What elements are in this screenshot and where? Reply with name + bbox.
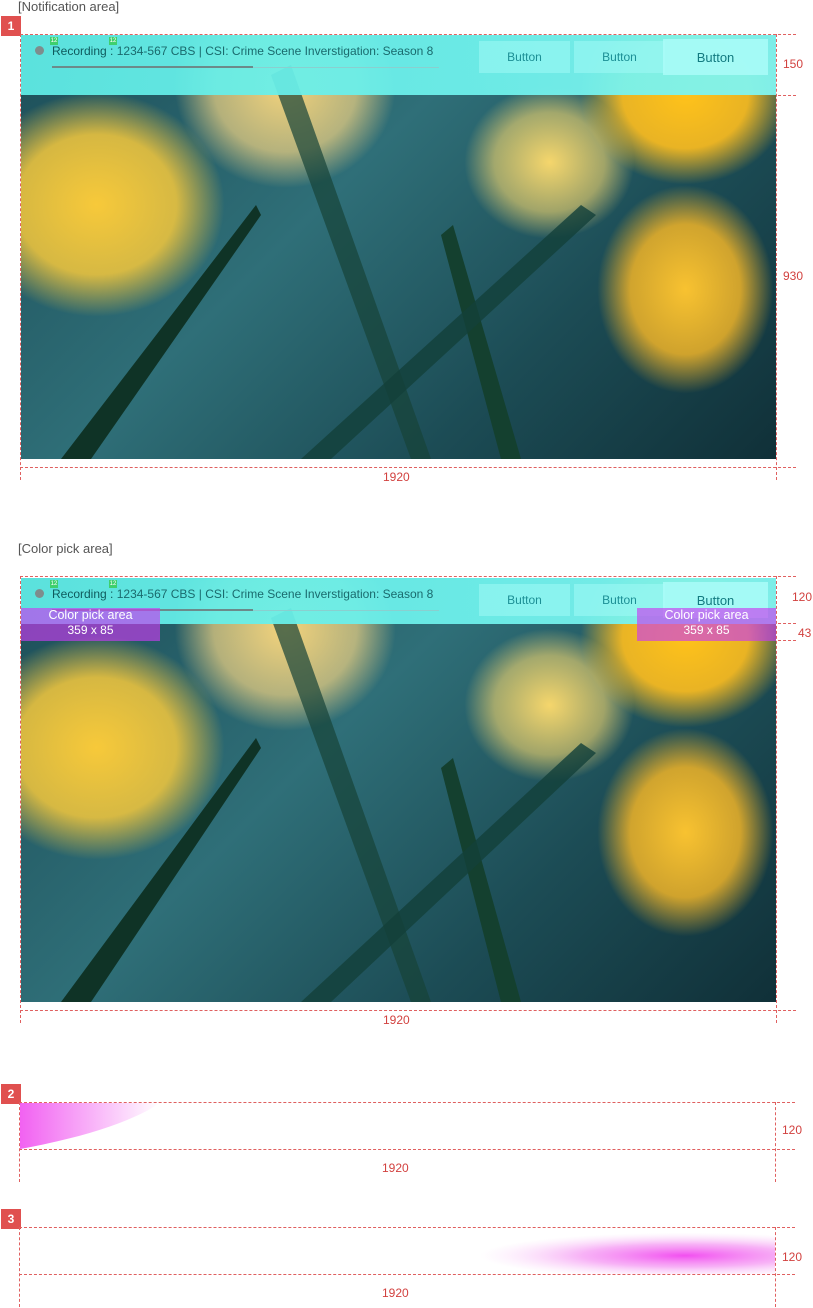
notification-button-2[interactable]: Button — [574, 41, 665, 73]
right-gradient-shape — [365, 1228, 775, 1274]
recording-progress — [52, 66, 439, 68]
notification-button-1[interactable]: Button — [479, 584, 570, 616]
dim-width-1: 1920 — [383, 470, 410, 484]
background-photo: 12 12 Recording : 1234-567 CBS | CSI: Cr… — [21, 578, 776, 1002]
gradient-strip-right — [20, 1228, 775, 1274]
color-pick-box-left: Color pick area 359 x 85 — [21, 608, 160, 641]
left-gradient-shape — [20, 1103, 160, 1149]
dim-width-2: 1920 — [383, 1013, 410, 1027]
recording-info: Recording : 1234-567 CBS | CSI: Crime Sc… — [52, 44, 433, 58]
guide-right — [775, 1102, 776, 1182]
pick-size: 359 x 85 — [67, 623, 114, 637]
color-pick-box-right: Color pick area 359 x 85 — [637, 608, 776, 641]
pick-size: 359 x 85 — [683, 623, 730, 637]
pick-title: Color pick area — [48, 608, 133, 622]
notification-bar: 12 12 Recording : 1234-567 CBS | CSI: Cr… — [21, 35, 776, 95]
recording-title: 1234-567 CBS | CSI: Crime Scene Inversti… — [116, 587, 434, 601]
recording-dot-icon — [35, 589, 44, 598]
recording-progress-fill — [52, 66, 254, 68]
guide-bottom — [19, 1149, 795, 1150]
section-badge-1: 1 — [1, 16, 21, 36]
recording-info: Recording : 1234-567 CBS | CSI: Crime Sc… — [52, 587, 433, 601]
section-badge-2: 2 — [1, 1084, 21, 1104]
recording-prefix: Recording : — [52, 44, 114, 58]
guide-image-bottom — [20, 467, 796, 468]
pick-title: Color pick area — [664, 608, 749, 622]
notification-button-3[interactable]: Button — [663, 39, 768, 75]
grass-blades — [61, 608, 596, 1002]
dim-width-4: 1920 — [382, 1286, 409, 1300]
dim-pick-offset: 43 — [798, 626, 812, 640]
notification-button-1[interactable]: Button — [479, 41, 570, 73]
dim-notif-height: 150 — [783, 57, 804, 71]
dim-strip2-height: 120 — [782, 1123, 803, 1137]
guide-right — [776, 34, 777, 480]
guide-top — [20, 576, 796, 577]
guide-image-bottom — [20, 1010, 796, 1011]
guide-right — [776, 576, 777, 1023]
grass-blades — [61, 65, 596, 459]
recording-title: 1234-567 CBS | CSI: Crime Scene Inversti… — [116, 44, 434, 58]
guide-right — [775, 1227, 776, 1307]
gradient-strip-left — [20, 1103, 775, 1149]
dim-bar-height: 120 — [792, 590, 813, 604]
dim-image-height: 930 — [783, 269, 804, 283]
dim-width-3: 1920 — [382, 1161, 409, 1175]
recording-dot-icon — [35, 46, 44, 55]
guide-bottom — [19, 1274, 795, 1275]
background-photo: 12 12 Recording : 1234-567 CBS | CSI: Cr… — [21, 35, 776, 459]
dim-strip3-height: 120 — [782, 1250, 803, 1264]
notification-area-label: [Notification area] — [18, 0, 120, 14]
color-pick-area-label: [Color pick area] — [18, 541, 113, 556]
recording-prefix: Recording : — [52, 587, 114, 601]
section-badge-3: 3 — [1, 1209, 21, 1229]
